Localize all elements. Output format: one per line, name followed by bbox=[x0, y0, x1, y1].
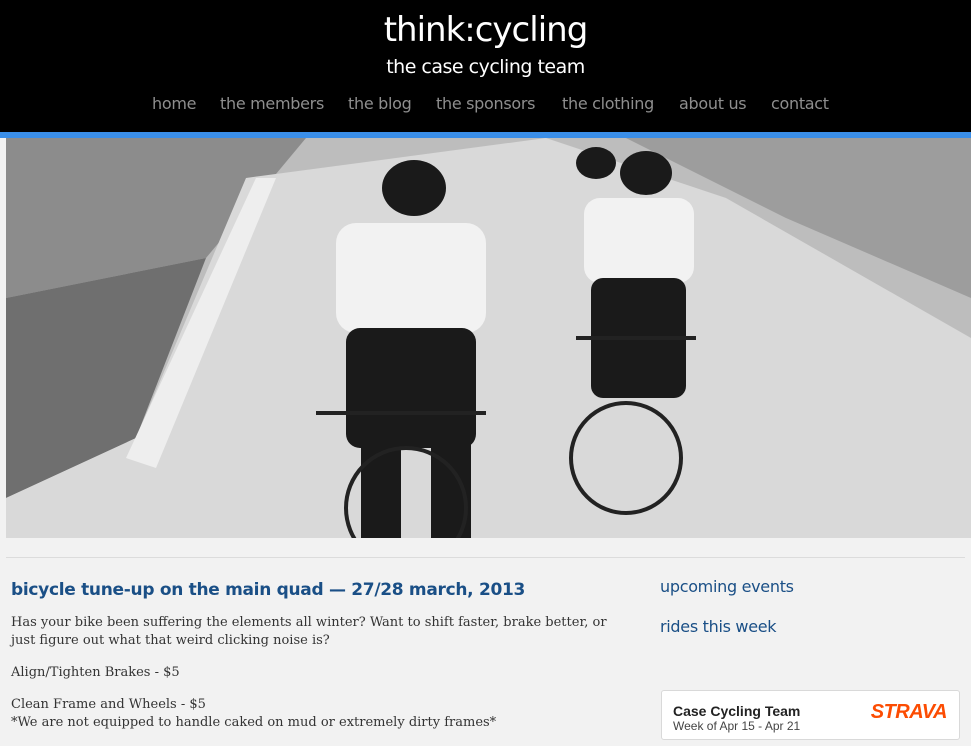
post-intro: Has your bike been suffering the element… bbox=[11, 615, 607, 648]
post-title[interactable]: bicycle tune-up on the main quad — 27/28… bbox=[11, 580, 525, 600]
site-title[interactable]: think:cycling bbox=[0, 10, 971, 50]
content-divider bbox=[6, 557, 965, 558]
hero-image bbox=[6, 138, 971, 538]
hero-photo-illustration bbox=[6, 138, 971, 538]
main-nav: home the members the blog the sponsors t… bbox=[0, 94, 971, 116]
nav-item-home[interactable]: home bbox=[152, 94, 196, 113]
nav-item-blog[interactable]: the blog bbox=[348, 94, 412, 113]
strava-widget[interactable]: Case Cycling Team Week of Apr 15 - Apr 2… bbox=[661, 690, 960, 740]
post-item-brakes: Align/Tighten Brakes - $5 bbox=[11, 665, 180, 680]
nav-item-members[interactable]: the members bbox=[220, 94, 324, 113]
post-item-clean-note: *We are not equipped to handle caked on … bbox=[11, 715, 497, 730]
post-item-clean: Clean Frame and Wheels - $5 bbox=[11, 697, 206, 712]
strava-week: Week of Apr 15 - Apr 21 bbox=[673, 719, 801, 733]
strava-logo: STRAVA bbox=[870, 701, 948, 723]
nav-item-contact[interactable]: contact bbox=[771, 94, 829, 113]
site-tagline: the case cycling team bbox=[386, 56, 585, 78]
sidebar-rides-this-week[interactable]: rides this week bbox=[660, 617, 777, 636]
strava-team-name: Case Cycling Team bbox=[673, 703, 801, 719]
nav-item-about[interactable]: about us bbox=[679, 94, 747, 113]
sidebar-upcoming-events[interactable]: upcoming events bbox=[660, 577, 794, 596]
nav-item-sponsors[interactable]: the sponsors bbox=[436, 94, 536, 113]
nav-item-clothing[interactable]: the clothing bbox=[562, 94, 654, 113]
post-body: Has your bike been suffering the element… bbox=[11, 614, 631, 746]
